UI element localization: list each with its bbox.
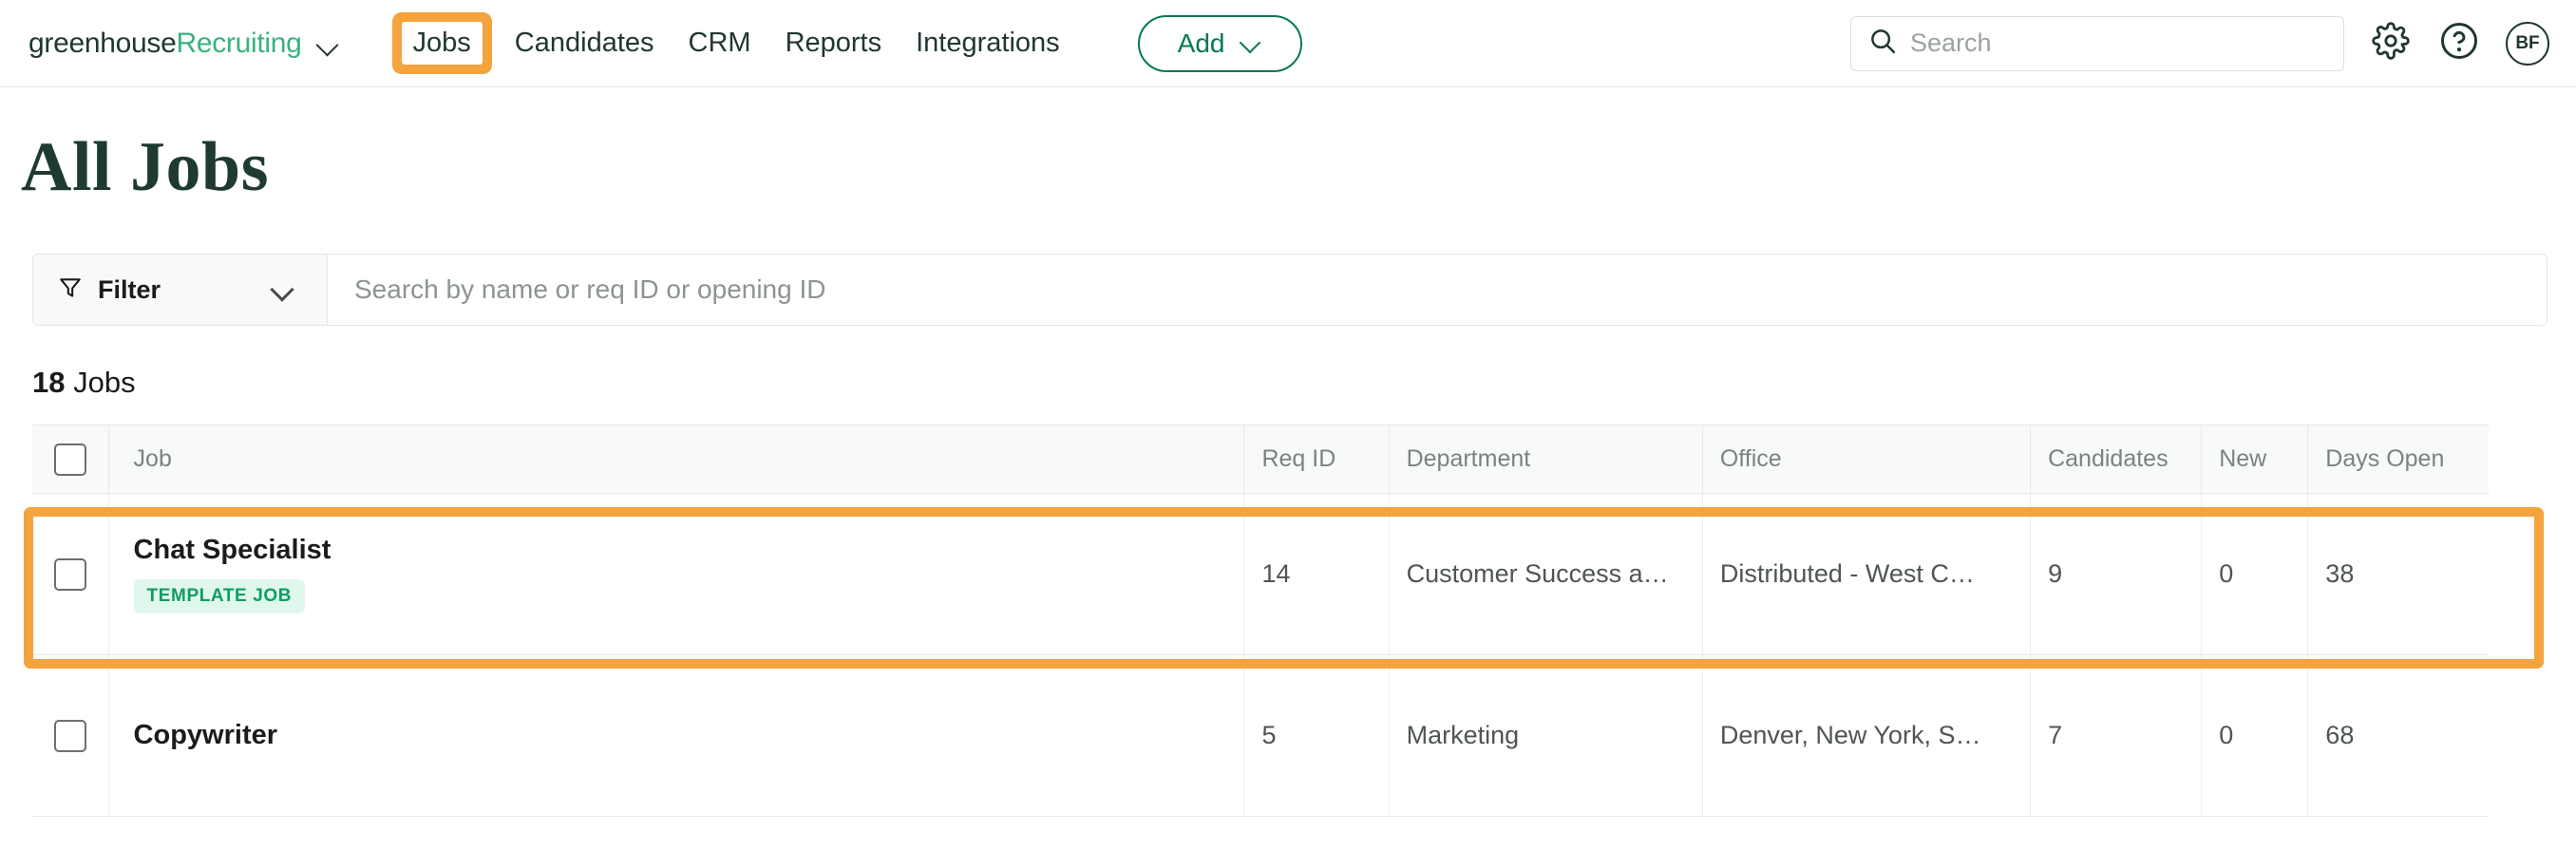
nav-item-jobs-label: Jobs bbox=[413, 28, 471, 58]
nav-item-candidates-label: Candidates bbox=[515, 28, 654, 58]
nav-item-candidates[interactable]: Candidates bbox=[498, 22, 672, 65]
office-cell: Denver, New York, S… bbox=[1702, 655, 2030, 817]
filter-bar: Filter bbox=[32, 254, 2548, 326]
avatar-initials: BF bbox=[2515, 33, 2539, 54]
filter-label: Filter bbox=[98, 275, 161, 305]
column-header-job[interactable]: Job bbox=[108, 425, 1244, 494]
column-header-days-open[interactable]: Days Open bbox=[2308, 425, 2489, 494]
candidates-cell: 7 bbox=[2031, 655, 2202, 817]
avatar[interactable]: BF bbox=[2506, 22, 2549, 66]
new-cell: 0 bbox=[2202, 655, 2308, 817]
results-count: 18 Jobs bbox=[32, 366, 2576, 400]
filter-dropdown-button[interactable]: Filter bbox=[33, 255, 328, 325]
job-title-link[interactable]: Copywriter bbox=[134, 720, 1227, 751]
nav-right-group: BF bbox=[1850, 16, 2549, 71]
department-value: Customer Success a… bbox=[1407, 559, 1685, 589]
brand-logo[interactable]: greenhouseRecruiting bbox=[28, 28, 340, 60]
select-all-checkbox[interactable] bbox=[54, 443, 86, 476]
brand-name-secondary: Recruiting bbox=[176, 28, 301, 59]
nav-item-integrations-label: Integrations bbox=[916, 28, 1060, 58]
job-cell: Copywriter bbox=[108, 655, 1244, 817]
office-cell: Distributed - West C… bbox=[1702, 494, 2030, 655]
results-count-number: 18 bbox=[32, 366, 65, 399]
days-open-cell: 68 bbox=[2308, 655, 2489, 817]
chevron-down-icon bbox=[1240, 34, 1262, 53]
row-checkbox[interactable] bbox=[54, 720, 86, 752]
nav-item-integrations[interactable]: Integrations bbox=[899, 22, 1077, 65]
table-row[interactable]: Chat Specialist TEMPLATE JOB 14 Customer… bbox=[32, 494, 2489, 655]
department-cell: Marketing bbox=[1389, 655, 1702, 817]
column-header-candidates[interactable]: Candidates bbox=[2031, 425, 2202, 494]
column-header-req-id[interactable]: Req ID bbox=[1244, 425, 1389, 494]
status-badge: TEMPLATE JOB bbox=[134, 579, 306, 613]
nav-item-crm[interactable]: CRM bbox=[672, 22, 768, 65]
jobs-table-header: Job Req ID Department Office Candidates … bbox=[32, 425, 2489, 494]
chevron-down-icon[interactable] bbox=[315, 31, 340, 56]
office-value: Denver, New York, S… bbox=[1720, 721, 2013, 750]
req-id-cell: 5 bbox=[1244, 655, 1389, 817]
row-select-cell bbox=[32, 655, 108, 817]
nav-item-reports[interactable]: Reports bbox=[768, 22, 900, 65]
job-search-input[interactable] bbox=[328, 255, 2547, 325]
candidates-cell: 9 bbox=[2031, 494, 2202, 655]
row-select-cell bbox=[32, 494, 108, 655]
brand-logo-text: greenhouseRecruiting bbox=[28, 28, 302, 60]
select-all-header bbox=[32, 425, 108, 494]
help-button[interactable] bbox=[2437, 22, 2481, 66]
nav-item-reports-label: Reports bbox=[786, 28, 882, 58]
funnel-icon bbox=[58, 275, 83, 305]
settings-button[interactable] bbox=[2369, 22, 2413, 66]
days-open-cell: 38 bbox=[2308, 494, 2489, 655]
column-header-new[interactable]: New bbox=[2202, 425, 2308, 494]
global-search-input[interactable] bbox=[1910, 28, 2326, 58]
page-title: All Jobs bbox=[21, 127, 2576, 208]
question-circle-icon bbox=[2439, 21, 2479, 66]
department-value: Marketing bbox=[1407, 721, 1685, 750]
row-checkbox[interactable] bbox=[54, 558, 86, 591]
brand-name-primary: greenhouse bbox=[28, 28, 176, 59]
new-cell: 0 bbox=[2202, 494, 2308, 655]
department-cell: Customer Success a… bbox=[1389, 494, 1702, 655]
jobs-table-body: Chat Specialist TEMPLATE JOB 14 Customer… bbox=[32, 494, 2489, 817]
results-count-label: Jobs bbox=[73, 366, 135, 399]
table-row[interactable]: Copywriter 5 Marketing Denver, New York,… bbox=[32, 655, 2489, 817]
add-button-label: Add bbox=[1178, 28, 1225, 59]
jobs-table-container: Job Req ID Department Office Candidates … bbox=[32, 425, 2489, 817]
nav-item-crm-label: CRM bbox=[689, 28, 751, 58]
office-value: Distributed - West C… bbox=[1720, 559, 2013, 589]
search-icon bbox=[1868, 27, 1897, 60]
add-button[interactable]: Add bbox=[1138, 15, 1303, 72]
jobs-table: Job Req ID Department Office Candidates … bbox=[32, 425, 2489, 817]
gear-icon bbox=[2372, 22, 2410, 65]
chevron-down-icon bbox=[272, 279, 293, 300]
table-header-row: Job Req ID Department Office Candidates … bbox=[32, 425, 2489, 494]
column-header-department[interactable]: Department bbox=[1389, 425, 1702, 494]
nav-item-jobs[interactable]: Jobs bbox=[402, 22, 483, 65]
req-id-cell: 14 bbox=[1244, 494, 1389, 655]
job-cell: Chat Specialist TEMPLATE JOB bbox=[108, 494, 1244, 655]
global-search-box[interactable] bbox=[1850, 16, 2344, 71]
job-title-link[interactable]: Chat Specialist bbox=[134, 535, 1227, 566]
column-header-office[interactable]: Office bbox=[1702, 425, 2030, 494]
top-navigation-bar: greenhouseRecruiting Jobs Candidates CRM… bbox=[0, 0, 2576, 87]
main-menu: Jobs Candidates CRM Reports Integrations bbox=[392, 22, 1077, 65]
